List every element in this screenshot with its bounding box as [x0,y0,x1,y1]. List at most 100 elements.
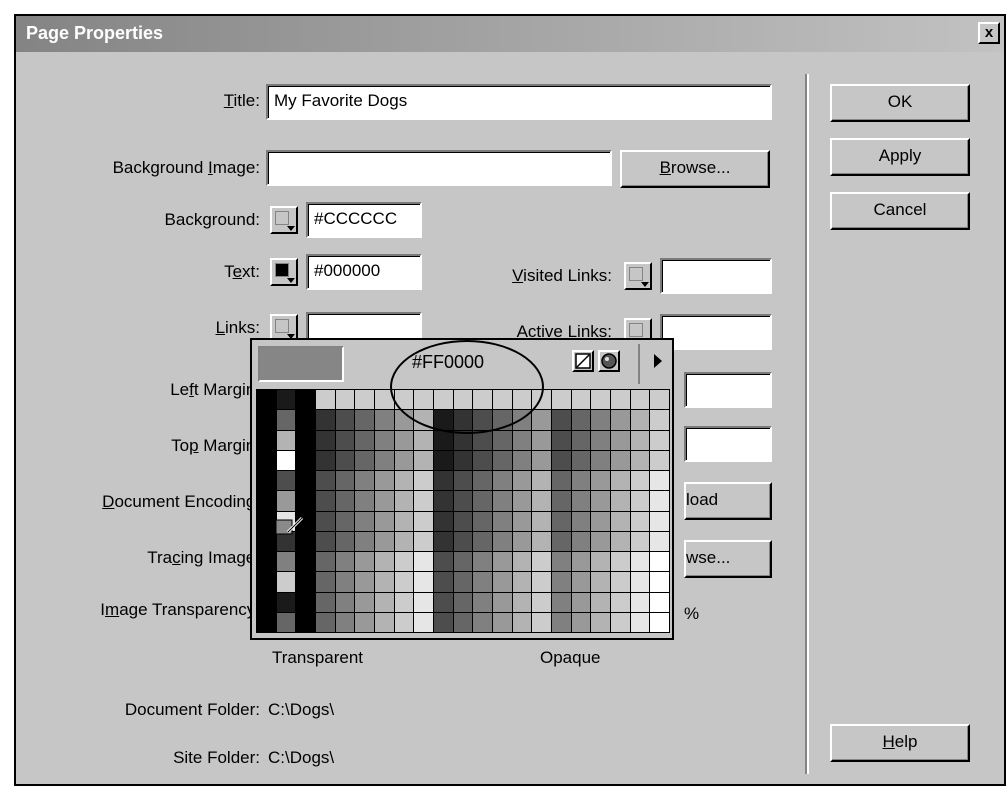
color-swatch[interactable] [276,592,296,612]
color-swatch[interactable] [650,390,669,410]
color-swatch[interactable] [512,511,532,531]
color-swatch[interactable] [414,592,433,612]
color-swatch[interactable] [571,410,591,430]
color-swatch[interactable] [492,572,512,592]
tracing-browse-button[interactable]: wse... [684,540,772,578]
color-swatch[interactable] [433,471,453,491]
color-swatch[interactable] [591,390,610,410]
color-swatch[interactable] [532,471,551,491]
color-swatch[interactable] [551,531,571,551]
color-swatch[interactable] [591,471,610,491]
color-swatch[interactable] [296,450,315,470]
color-swatch[interactable] [571,471,591,491]
color-swatch[interactable] [473,531,492,551]
color-swatch[interactable] [512,430,532,450]
color-swatch[interactable] [355,511,374,531]
no-color-button[interactable] [572,350,594,372]
color-swatch[interactable] [571,552,591,572]
color-swatch[interactable] [630,572,650,592]
color-swatch[interactable] [473,572,492,592]
color-swatch[interactable] [257,552,276,572]
help-button[interactable]: Help [830,724,970,762]
color-swatch[interactable] [551,491,571,511]
color-swatch[interactable] [650,531,669,551]
color-swatch[interactable] [276,612,296,632]
color-swatch[interactable] [315,450,335,470]
color-swatch[interactable] [650,612,669,632]
color-swatch[interactable] [650,592,669,612]
color-swatch[interactable] [414,511,433,531]
color-swatch[interactable] [355,531,374,551]
color-swatch[interactable] [374,511,394,531]
color-swatch[interactable] [473,471,492,491]
color-swatch[interactable] [532,511,551,531]
color-swatch[interactable] [532,572,551,592]
color-swatch[interactable] [257,430,276,450]
color-swatch[interactable] [551,430,571,450]
color-swatch[interactable] [591,612,610,632]
color-swatch[interactable] [276,450,296,470]
color-swatch[interactable] [453,450,473,470]
color-swatch[interactable] [335,572,355,592]
color-swatch[interactable] [453,612,473,632]
color-swatch[interactable] [315,410,335,430]
color-swatch[interactable] [571,612,591,632]
color-swatch[interactable] [355,552,374,572]
color-swatch[interactable] [571,572,591,592]
color-swatch[interactable] [630,552,650,572]
color-swatch[interactable] [296,592,315,612]
color-swatch[interactable] [473,491,492,511]
picker-menu-arrow-icon[interactable] [654,354,662,368]
color-swatch[interactable] [355,430,374,450]
color-swatch[interactable] [296,612,315,632]
color-swatch[interactable] [374,450,394,470]
color-swatch[interactable] [571,390,591,410]
color-swatch[interactable] [650,552,669,572]
color-swatch[interactable] [315,531,335,551]
browse-button[interactable]: Browse... [620,150,770,188]
color-swatch[interactable] [433,592,453,612]
active-links-input[interactable] [660,314,772,350]
color-swatch[interactable] [512,531,532,551]
color-swatch[interactable] [492,491,512,511]
color-swatch[interactable] [492,471,512,491]
color-swatch[interactable] [374,572,394,592]
color-swatch[interactable] [315,511,335,531]
color-swatch[interactable] [257,572,276,592]
color-swatch[interactable] [532,592,551,612]
color-swatch[interactable] [433,450,453,470]
apply-button[interactable]: Apply [830,138,970,176]
color-swatch[interactable] [532,430,551,450]
color-swatch[interactable] [473,612,492,632]
color-swatch[interactable] [276,552,296,572]
color-swatch[interactable] [374,430,394,450]
color-swatch[interactable] [394,612,414,632]
color-swatch[interactable] [650,511,669,531]
color-swatch[interactable] [571,450,591,470]
color-swatch[interactable] [512,450,532,470]
color-swatch[interactable] [591,572,610,592]
color-swatch[interactable] [296,572,315,592]
color-swatch[interactable] [512,471,532,491]
color-swatch[interactable] [492,511,512,531]
color-swatch[interactable] [394,592,414,612]
color-swatch[interactable] [610,471,630,491]
color-swatch[interactable] [433,491,453,511]
color-swatch[interactable] [276,572,296,592]
color-swatch[interactable] [433,612,453,632]
color-swatch[interactable] [610,612,630,632]
color-swatch[interactable] [492,531,512,551]
color-swatch[interactable] [374,491,394,511]
color-swatch[interactable] [394,572,414,592]
title-bar[interactable]: Page Properties x [16,16,1004,52]
color-swatch[interactable] [650,410,669,430]
color-swatch[interactable] [571,531,591,551]
color-swatch[interactable] [355,390,374,410]
color-swatch[interactable] [532,531,551,551]
color-swatch[interactable] [571,491,591,511]
color-swatch[interactable] [473,592,492,612]
color-swatch[interactable] [650,491,669,511]
color-swatch[interactable] [453,511,473,531]
top-margin-input[interactable] [684,426,772,462]
color-swatch[interactable] [414,552,433,572]
